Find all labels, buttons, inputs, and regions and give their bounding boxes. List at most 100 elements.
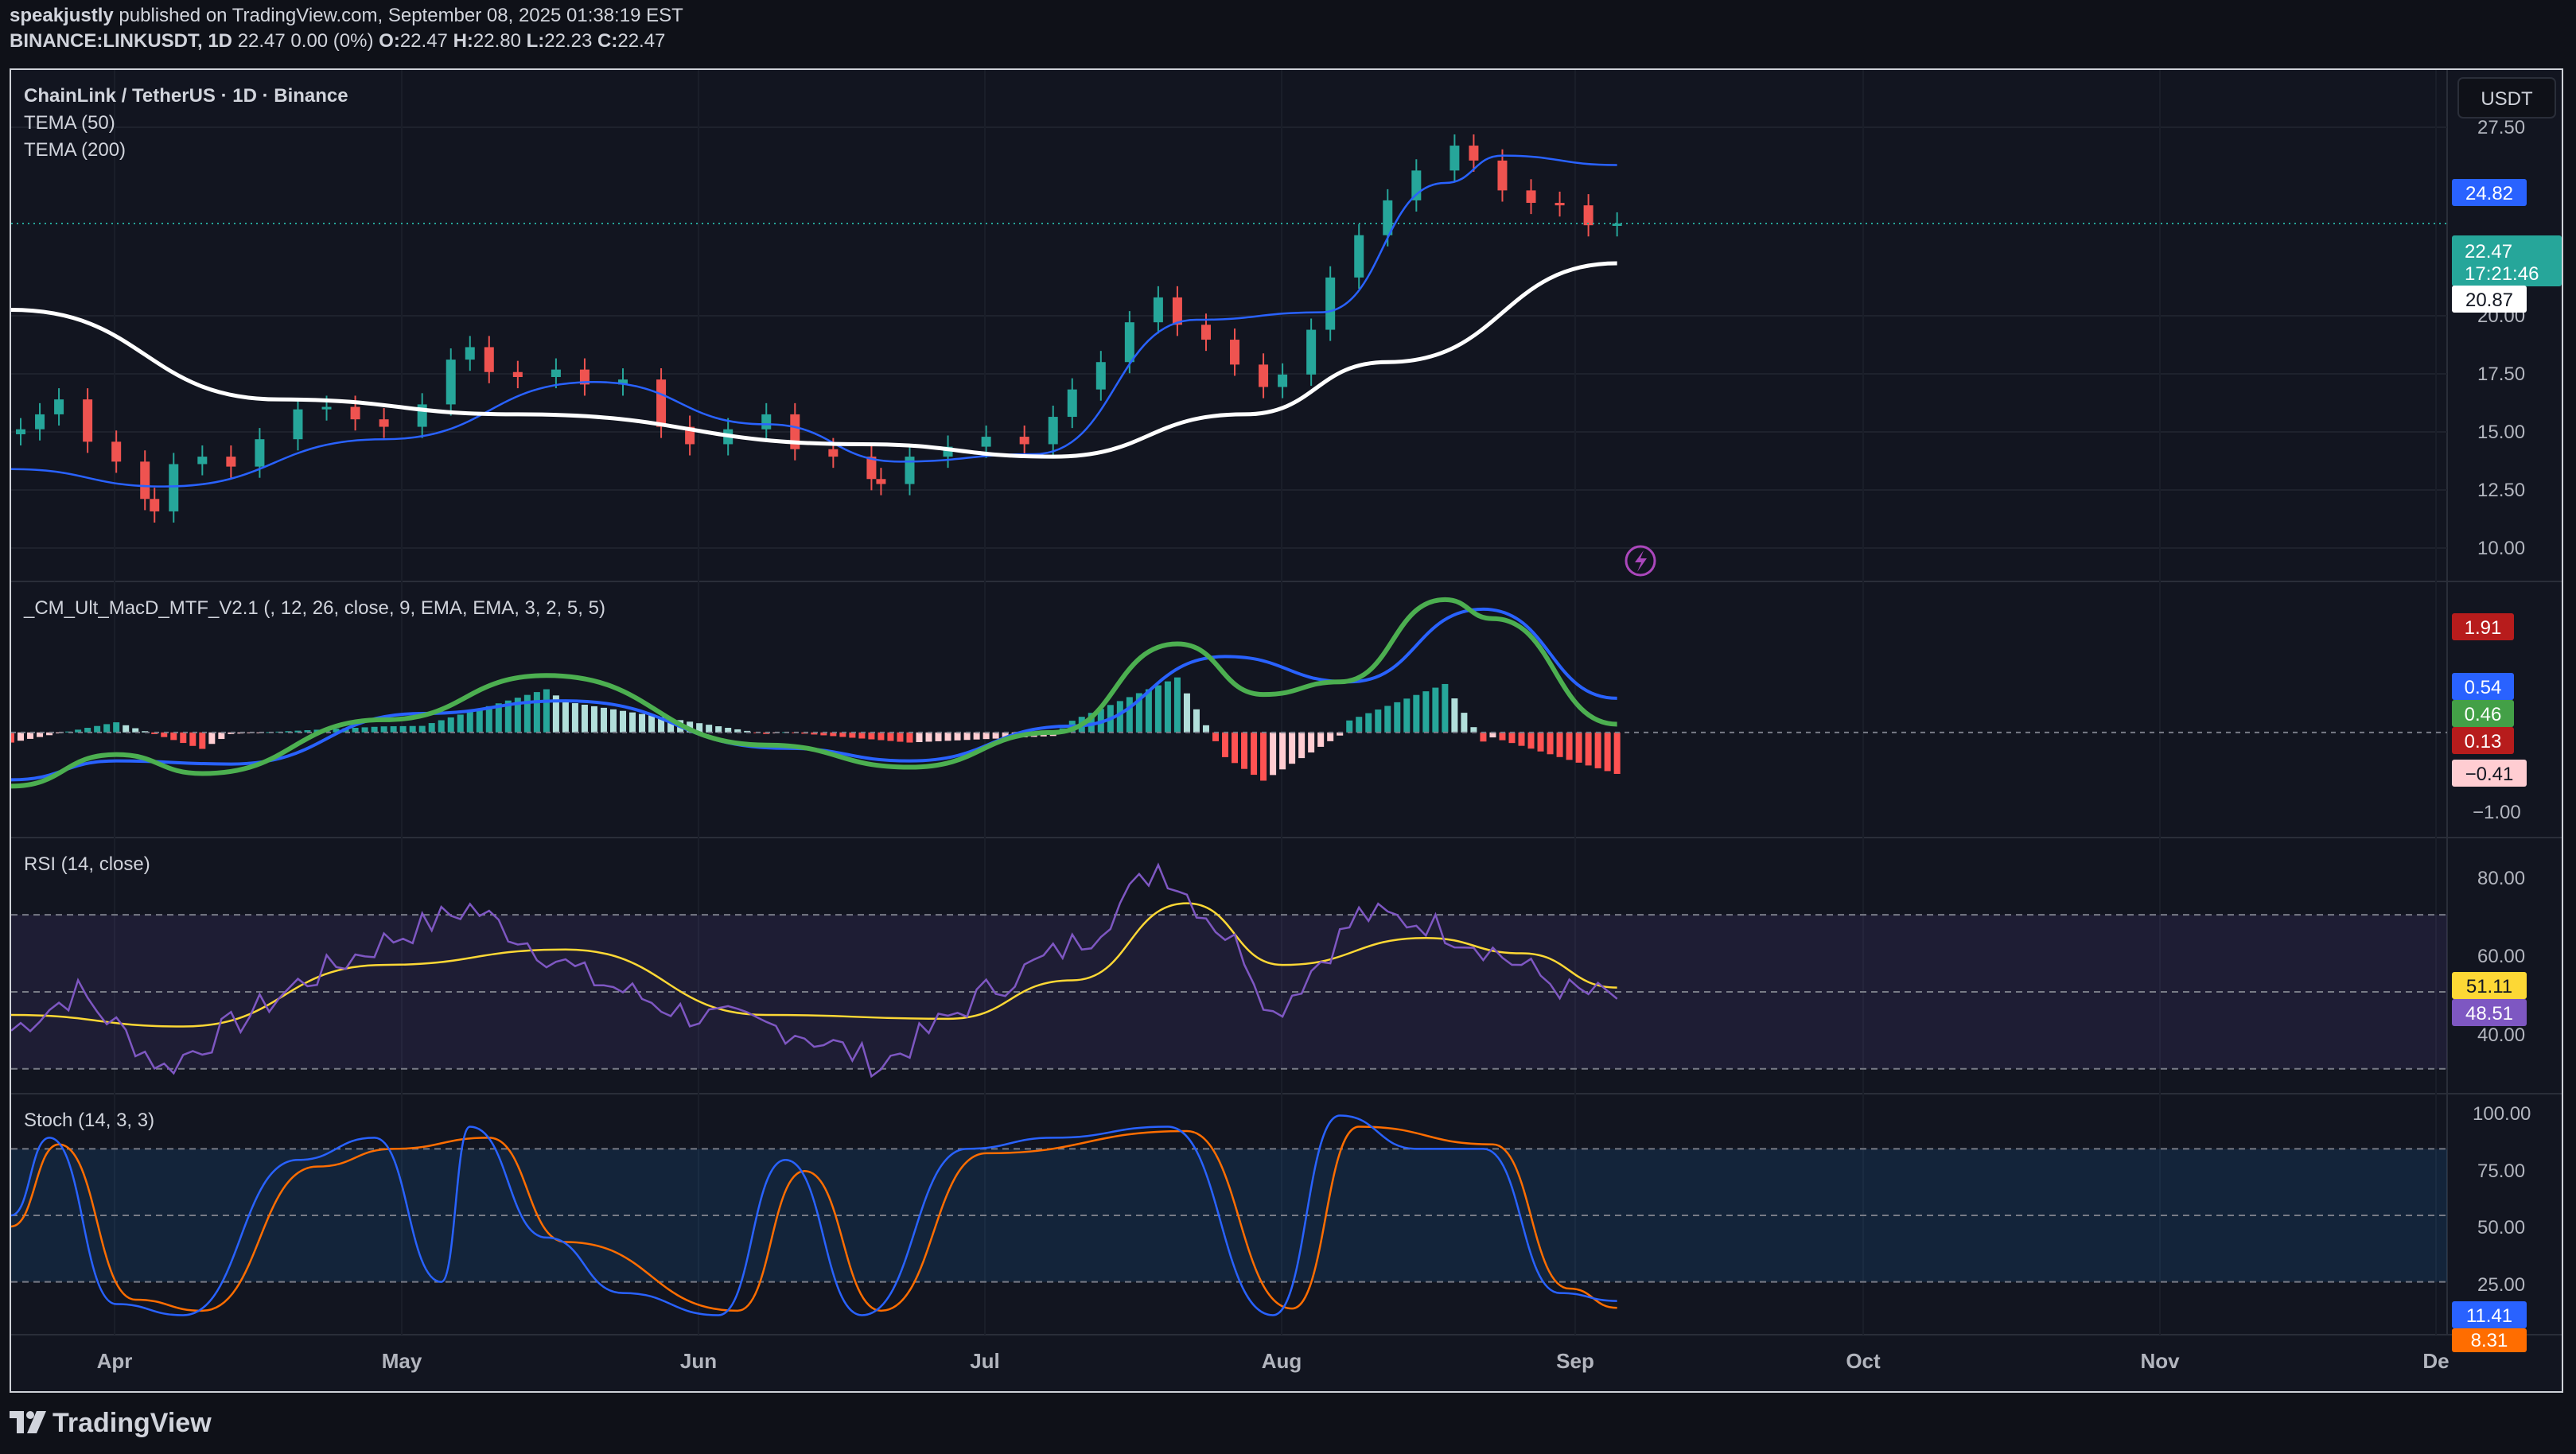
chart-canvas[interactable]: ChainLink / TetherUS · 1D · Binance TEMA… (8, 70, 2562, 1391)
macd-histogram-bar (1222, 732, 1229, 757)
chart-frame[interactable]: ChainLink / TetherUS · 1D · Binance TEMA… (8, 68, 2563, 1393)
candle-body (1449, 146, 1460, 171)
macd-histogram-bar (1556, 732, 1563, 757)
macd-histogram-bar (1547, 732, 1554, 755)
candle-body (1354, 235, 1364, 278)
candle-body (1048, 417, 1058, 445)
time-tick: Aug (1262, 1349, 1302, 1373)
candle-body (16, 429, 26, 434)
high-label: H: (453, 30, 473, 52)
macd-histogram-bar (1499, 732, 1506, 741)
low-value: 22.23 (544, 30, 593, 52)
rsi-tick: 40.00 (2477, 1024, 2525, 1046)
candle-body (1583, 205, 1593, 226)
last-price: 22.47 (237, 30, 286, 52)
tradingview-logo[interactable]: TradingView (10, 1408, 212, 1440)
candle-body (83, 399, 93, 442)
symbol-label[interactable]: BINANCE:LINKUSDT, 1D (10, 30, 232, 52)
macd-histogram-bar (1461, 713, 1468, 733)
macd-histogram-bar (620, 710, 627, 733)
macd-histogram-bar (1365, 713, 1372, 733)
macd-histogram-bar (1403, 698, 1411, 733)
macd-histogram-bar (447, 717, 454, 733)
macd-tick: −1.00 (2473, 802, 2521, 823)
candle-body (1230, 340, 1240, 365)
macd-histogram-bar (992, 732, 999, 739)
candlestick-series (16, 134, 1622, 523)
currency-button[interactable]: USDT (2457, 77, 2556, 119)
tema-50-legend[interactable]: TEMA (50) (24, 112, 115, 134)
rsi-pane-title[interactable]: RSI (14, close) (24, 853, 150, 875)
author-name[interactable]: speakjustly (10, 5, 114, 26)
macd-histogram-bar (609, 709, 617, 733)
svg-text:0.46: 0.46 (2465, 704, 2502, 725)
candle-body (1019, 437, 1029, 445)
stoch-pane-title[interactable]: Stoch (14, 3, 3) (24, 1110, 154, 1131)
candle-body (293, 409, 303, 440)
macd-histogram-bar (1346, 720, 1353, 733)
macd-histogram-bar (562, 702, 569, 733)
candle-body (379, 419, 389, 427)
macd-histogram-bar (1480, 732, 1487, 742)
svg-text:48.51: 48.51 (2465, 1003, 2513, 1024)
candle-body (1259, 364, 1269, 387)
price-tick: 27.50 (2477, 117, 2525, 138)
macd-pane-title[interactable]: _CM_Ult_MacD_MTF_V2.1 (, 12, 26, close, … (23, 597, 605, 619)
candle-body (1172, 297, 1182, 325)
macd-histogram-bar (954, 732, 961, 741)
candle-body (255, 439, 265, 467)
candle-body (1095, 362, 1106, 390)
svg-text:0.13: 0.13 (2465, 731, 2502, 752)
candle-body (446, 360, 456, 405)
candle-body (54, 399, 64, 414)
macd-histogram-bar (476, 709, 483, 733)
candle-body (350, 406, 360, 420)
macd-histogram-bar (1451, 698, 1458, 733)
macd-histogram-bar (571, 703, 578, 733)
macd-histogram-bar (1145, 689, 1152, 733)
candle-body (321, 406, 332, 410)
svg-text:51.11: 51.11 (2466, 976, 2512, 997)
candle-body (484, 347, 494, 372)
candle-body (512, 371, 523, 377)
candle-body (197, 457, 208, 465)
tema-50-line (10, 154, 1617, 488)
macd-histogram-bar (1298, 732, 1306, 759)
last-price-tag: 22.47 17:21:46 (2452, 235, 2562, 286)
time-tick: Nov (2140, 1349, 2180, 1373)
macd-histogram-bar (523, 694, 531, 733)
macd-histogram-bar (1202, 725, 1209, 733)
candle-body (761, 414, 772, 430)
macd-histogram-bar (1212, 732, 1219, 741)
macd-histogram-bar (1594, 732, 1601, 768)
tema-200-legend[interactable]: TEMA (200) (24, 139, 126, 161)
macd-histogram-bar (1308, 732, 1315, 753)
macd-histogram-bar (1394, 702, 1401, 733)
macd-histogram-bar (973, 732, 980, 740)
macd-histogram-bar (390, 726, 397, 733)
stoch-tick: 75.00 (2477, 1160, 2525, 1182)
time-tick: Jul (970, 1349, 1000, 1373)
candle-body (1306, 329, 1317, 375)
rsi-ma-tag: 51.11 (2452, 972, 2527, 999)
macd-histogram-bar (1241, 732, 1248, 769)
tema-50-price-tag: 24.82 (2452, 179, 2527, 206)
price-tick: 15.00 (2477, 422, 2525, 443)
candle-body (1612, 223, 1622, 226)
candle-body (1067, 389, 1077, 418)
macd-histogram-bar (1413, 694, 1420, 733)
macd-histogram-bar (648, 715, 656, 733)
candle-body (1325, 277, 1336, 330)
lightning-icon[interactable] (1625, 545, 1656, 577)
main-pane-title: ChainLink / TetherUS · 1D · Binance (24, 85, 348, 107)
macd-tag: 1.91 (2452, 613, 2514, 640)
macd-histogram-bar (1126, 697, 1133, 733)
time-tick: Jun (680, 1349, 717, 1373)
macd-histogram-bar (1537, 732, 1544, 752)
macd-histogram-bar (208, 732, 216, 744)
svg-text:22.47: 22.47 (2465, 241, 2512, 262)
svg-text:24.82: 24.82 (2465, 183, 2513, 204)
price-tick: 17.50 (2477, 364, 2525, 385)
svg-text:11.41: 11.41 (2466, 1305, 2512, 1327)
macd-histogram-bar (944, 732, 951, 741)
